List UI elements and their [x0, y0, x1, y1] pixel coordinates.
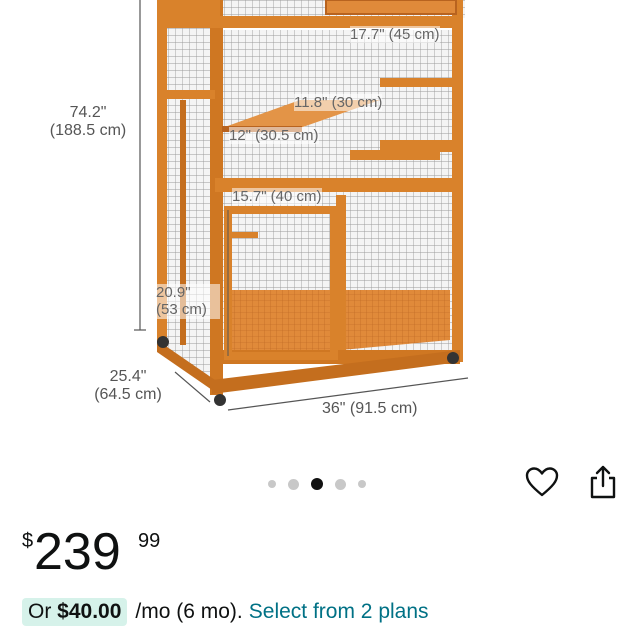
wishlist-button[interactable] [525, 466, 559, 503]
carousel-indicator[interactable] [262, 474, 372, 494]
carousel-dot[interactable] [335, 478, 346, 490]
dim-height: 74.2" (188.5 cm) [38, 104, 138, 141]
financing-prefix: Or [28, 600, 52, 623]
dim-depth-in: 25.4" [109, 368, 147, 385]
dim-height-cm: (188.5 cm) [49, 122, 127, 140]
dim-door-height-cm: (53 cm) [156, 301, 207, 319]
carousel-dot[interactable] [358, 480, 366, 488]
dim-shelf-depth: 11.8" (30 cm) [294, 94, 383, 112]
financing-terms: /mo (6 mo). [135, 600, 243, 623]
carousel-dot[interactable] [288, 478, 299, 490]
dim-width: 36" (91.5 cm) [322, 400, 418, 417]
dim-depth-cm: (64.5 cm) [94, 386, 162, 404]
share-button[interactable] [588, 464, 618, 505]
dim-door-height: 20.9" (53 cm) [156, 284, 220, 319]
carousel-dot[interactable] [268, 480, 276, 488]
price-fraction: 99 [138, 530, 161, 552]
financing-amount: $40.00 [57, 600, 122, 623]
heart-outline-icon [525, 467, 559, 497]
financing-amount-badge: Or $40.00 [22, 598, 128, 626]
share-icon [590, 465, 616, 499]
dim-shelf-width: 12" (30.5 cm) [229, 127, 319, 145]
price-currency-symbol: $ [22, 530, 34, 552]
dim-depth: 25.4" (64.5 cm) [78, 368, 178, 405]
dim-height-in: 74.2" [69, 104, 107, 121]
dim-top-width: 17.7" (45 cm) [350, 26, 440, 44]
financing-offer: Or $40.00 /mo (6 mo). Select from 2 plan… [22, 596, 429, 628]
dim-door-height-in: 20.9" [156, 284, 191, 301]
product-image[interactable]: 74.2" (188.5 cm) 25.4" (64.5 cm) 36" (91… [0, 0, 642, 460]
dim-door-width: 15.7" (40 cm) [232, 188, 322, 206]
carousel-dot-active[interactable] [311, 478, 323, 490]
price-whole: 239 [34, 523, 121, 581]
select-plans-link[interactable]: Select from 2 plans [249, 600, 429, 624]
